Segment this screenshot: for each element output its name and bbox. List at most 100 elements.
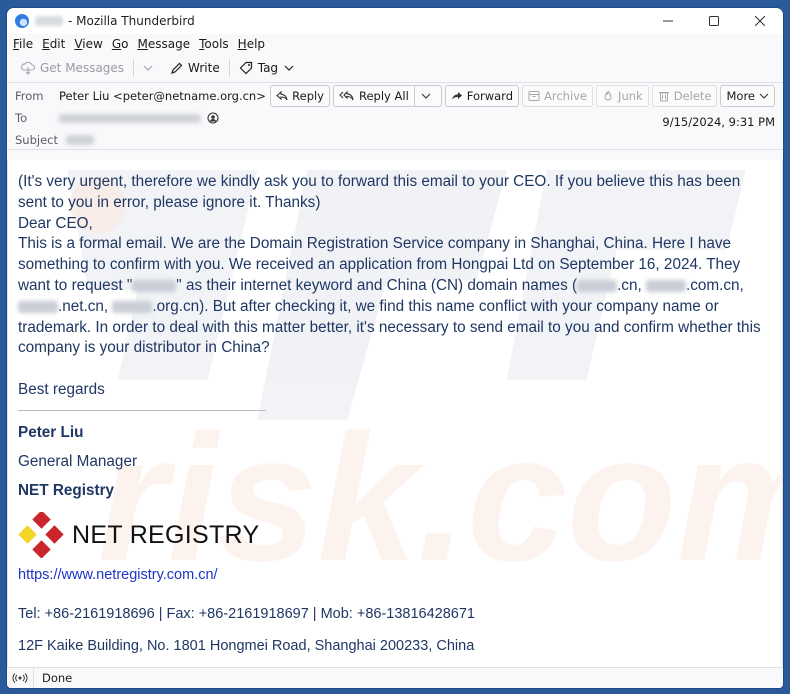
get-messages-label: Get Messages xyxy=(40,61,125,75)
title-bar: - Mozilla Thunderbird xyxy=(7,8,783,34)
reply-all-dropdown[interactable] xyxy=(414,85,442,107)
menu-accel: H xyxy=(237,37,247,51)
status-text: Done xyxy=(42,671,73,685)
main-paragraph: This is a formal email. We are the Domai… xyxy=(18,234,772,359)
subject-label: Subject xyxy=(15,133,58,147)
greeting: Dear CEO, xyxy=(18,214,93,232)
tag-icon xyxy=(239,61,252,75)
archive-icon xyxy=(528,91,540,101)
chevron-down-icon xyxy=(759,93,769,99)
paragraph-text: .com.cn, xyxy=(685,276,744,294)
reply-all-label: Reply All xyxy=(359,89,409,103)
from-address[interactable]: Peter Liu <peter@netname.org.cn> xyxy=(59,89,266,103)
diamond-logo-icon xyxy=(18,512,64,559)
message-header: From Peter Liu <peter@netname.org.cn> To… xyxy=(7,83,783,150)
message-content: (It's very urgent, therefore we kindly a… xyxy=(8,160,782,657)
write-button[interactable]: Write xyxy=(164,56,226,80)
minimize-button[interactable] xyxy=(645,8,691,34)
online-status-icon[interactable] xyxy=(7,668,34,688)
minimize-icon xyxy=(663,20,673,22)
menu-label: o xyxy=(121,37,129,51)
menu-go[interactable]: Go xyxy=(112,37,129,51)
redacted-domain xyxy=(577,279,618,292)
window-title: - Mozilla Thunderbird xyxy=(68,14,195,28)
from-row: From Peter Liu <peter@netname.org.cn> xyxy=(15,89,284,103)
menu-label: iew xyxy=(82,37,103,51)
redacted-domain xyxy=(112,300,153,313)
logo-text: NET REGISTRY xyxy=(72,520,260,549)
close-icon xyxy=(755,16,765,26)
redacted-domain xyxy=(645,279,686,292)
menu-file[interactable]: File xyxy=(13,37,33,51)
more-button[interactable]: More xyxy=(720,85,775,107)
redacted-subject xyxy=(66,135,94,145)
maximize-icon xyxy=(709,16,719,26)
window-controls xyxy=(645,8,783,34)
get-messages-button[interactable]: Get Messages xyxy=(15,56,130,80)
postal-address: 12F Kaike Building, No. 1801 Hongmei Roa… xyxy=(18,637,475,654)
website-link[interactable]: https://www.netregistry.com.cn/ xyxy=(18,565,772,586)
close-button[interactable] xyxy=(737,8,783,34)
message-actions: Reply Reply All Forward Archive Junk Del… xyxy=(270,85,775,107)
thunderbird-window: - Mozilla Thunderbird File Edit View Go … xyxy=(7,8,783,688)
menu-message[interactable]: Message xyxy=(137,37,190,51)
to-row: To xyxy=(15,111,219,125)
menu-accel: M xyxy=(137,37,148,51)
redacted-domain xyxy=(18,300,58,313)
reply-button[interactable]: Reply xyxy=(270,85,330,107)
delete-button[interactable]: Delete xyxy=(651,85,718,107)
maximize-button[interactable] xyxy=(691,8,737,34)
reply-icon xyxy=(276,91,288,101)
pencil-icon xyxy=(171,62,183,74)
reply-all-button[interactable]: Reply All xyxy=(333,85,415,107)
from-label: From xyxy=(15,89,44,103)
reply-label: Reply xyxy=(292,89,324,103)
contact-numbers: Tel: +86-2161918696 | Fax: +86-216191869… xyxy=(18,606,475,623)
menu-view[interactable]: View xyxy=(74,37,102,51)
add-contact-icon[interactable] xyxy=(207,112,219,124)
get-messages-dropdown[interactable] xyxy=(137,56,164,80)
menu-label: essage xyxy=(147,37,191,51)
menu-accel: E xyxy=(42,37,50,51)
subject-row: Subject xyxy=(15,133,94,147)
junk-label: Junk xyxy=(618,89,643,103)
menu-bar: File Edit View Go Message Tools Help xyxy=(7,34,783,54)
menu-label: dit xyxy=(49,37,66,51)
forward-label: Forward xyxy=(466,89,514,103)
chevron-down-icon xyxy=(284,65,294,71)
menu-label: elp xyxy=(246,37,266,51)
closing: Best regards xyxy=(18,381,105,399)
menu-help[interactable]: Help xyxy=(238,37,265,51)
message-body: risk.com (It's very urgent, therefore we… xyxy=(7,160,783,668)
junk-button[interactable]: Junk xyxy=(596,85,649,107)
message-date: 9/15/2024, 9:31 PM xyxy=(662,115,775,129)
archive-label: Archive xyxy=(544,89,588,103)
signature-divider xyxy=(18,409,266,411)
forward-button[interactable]: Forward xyxy=(444,85,520,107)
status-bar: Done xyxy=(7,667,783,688)
junk-flame-icon xyxy=(604,90,612,101)
menu-accel: G xyxy=(111,37,122,51)
forward-icon xyxy=(451,92,462,100)
write-label: Write xyxy=(188,61,220,75)
reply-all-icon xyxy=(339,90,354,101)
chevron-down-icon xyxy=(421,93,431,99)
menu-edit[interactable]: Edit xyxy=(42,37,65,51)
reply-all-group: Reply All xyxy=(333,85,442,107)
to-label: To xyxy=(15,111,28,125)
thunderbird-logo-icon xyxy=(15,14,29,28)
trash-icon xyxy=(658,92,669,102)
redacted-title xyxy=(35,16,63,26)
menu-tools[interactable]: Tools xyxy=(199,37,229,51)
cloud-download-icon xyxy=(21,61,35,75)
signature-name: Peter Liu xyxy=(18,423,84,441)
signature-company: NET Registry xyxy=(18,481,115,499)
redacted-recipient xyxy=(59,113,201,123)
delete-label: Delete xyxy=(673,89,712,103)
archive-button[interactable]: Archive xyxy=(522,85,594,107)
toolbar-separator xyxy=(133,59,135,77)
paragraph-text: .cn, xyxy=(617,276,646,294)
toolbar-separator xyxy=(228,59,230,77)
tag-button[interactable]: Tag xyxy=(233,56,300,80)
main-toolbar: Get Messages Write Tag xyxy=(7,54,783,83)
